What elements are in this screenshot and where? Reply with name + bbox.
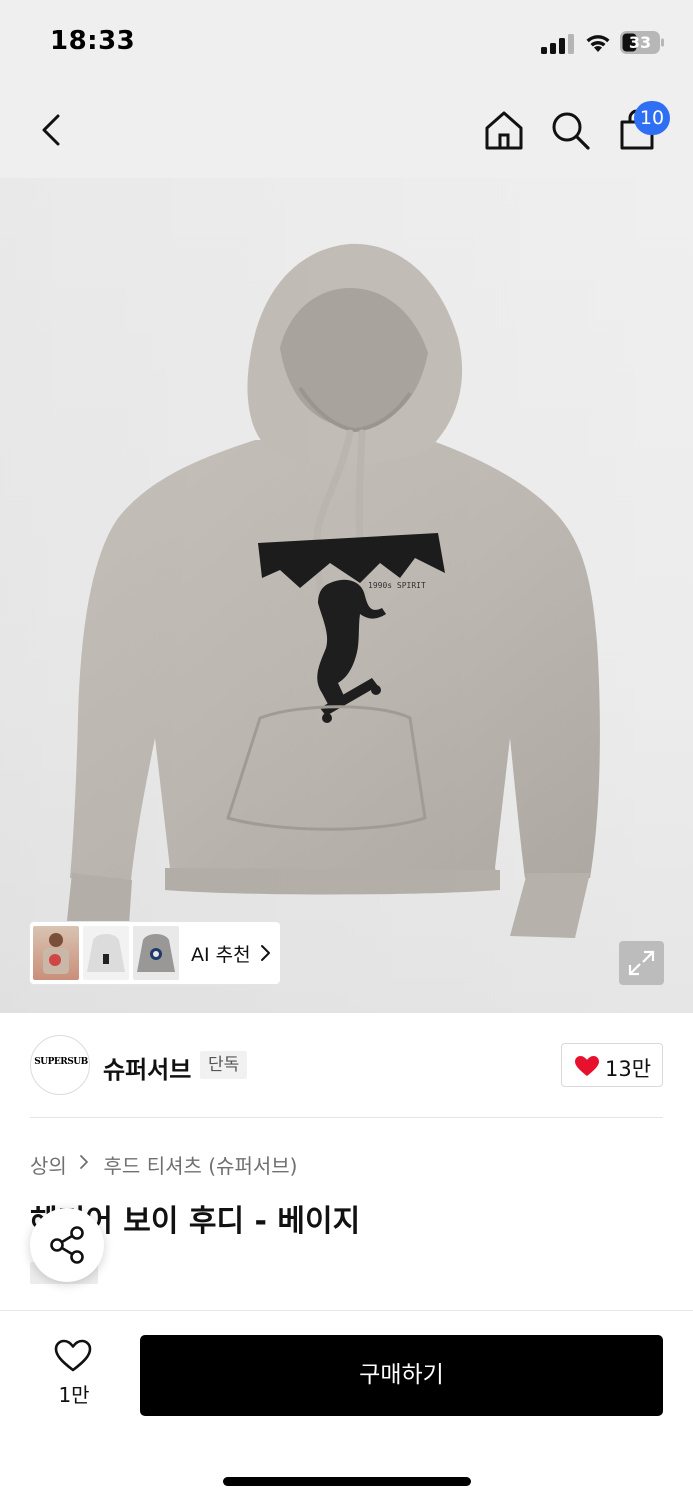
breadcrumb-item[interactable]: 후드 티셔츠 (슈퍼서브): [104, 1150, 298, 1179]
wishlist-button[interactable]: 1만: [40, 1335, 108, 1415]
ai-recommend-label: AI 추천: [191, 944, 251, 966]
home-icon[interactable]: [480, 106, 528, 154]
wifi-icon: [586, 35, 610, 52]
share-icon: [50, 1226, 84, 1264]
chevron-right-icon: [80, 1155, 89, 1169]
product-image[interactable]: 1990s SPIRIT AI 추천: [0, 178, 693, 1013]
cart-count-badge: 10: [634, 101, 670, 135]
heart-outline-icon: [54, 1339, 92, 1372]
chevron-right-icon: [261, 945, 270, 961]
exclusive-badge: 단독: [200, 1051, 248, 1079]
status-bar: 18:33 33: [0, 0, 693, 82]
recommend-thumb[interactable]: [133, 926, 179, 980]
ai-recommend-strip[interactable]: AI 추천: [30, 922, 280, 984]
brand-logo[interactable]: SUPERSUB: [30, 1035, 90, 1095]
home-indicator: [223, 1477, 471, 1486]
brand-row: SUPERSUB 슈퍼서브 단독 13만: [0, 1013, 693, 1118]
expand-arrows-icon[interactable]: [619, 941, 664, 985]
recommend-thumb[interactable]: [33, 926, 79, 980]
share-button[interactable]: [30, 1208, 104, 1282]
cellular-signal-icon: [541, 34, 574, 54]
top-nav: [0, 82, 693, 178]
bottom-action-bar: 1만 구매하기: [0, 1310, 693, 1500]
brand-logo-text: SUPERSUB: [34, 1057, 88, 1067]
breadcrumb-item[interactable]: 상의: [30, 1150, 67, 1179]
status-time: 18:33: [50, 26, 136, 56]
back-chevron-icon[interactable]: [28, 106, 76, 154]
brand-like-button[interactable]: 13만: [561, 1043, 663, 1087]
breadcrumb: 상의 후드 티셔츠 (슈퍼서브): [30, 1150, 297, 1178]
wishlist-count: 1만: [58, 1383, 90, 1407]
battery-level: 33: [628, 33, 652, 52]
buy-button[interactable]: 구매하기: [140, 1335, 663, 1416]
hoodie-image: 1990s SPIRIT: [0, 178, 693, 1013]
recommend-thumb[interactable]: [83, 926, 129, 980]
brand-like-count: 13만: [605, 1057, 652, 1081]
brand-name[interactable]: 슈퍼서브: [103, 1050, 191, 1085]
search-icon[interactable]: [546, 106, 594, 154]
divider: [30, 1117, 663, 1118]
heart-filled-icon: [575, 1056, 599, 1076]
